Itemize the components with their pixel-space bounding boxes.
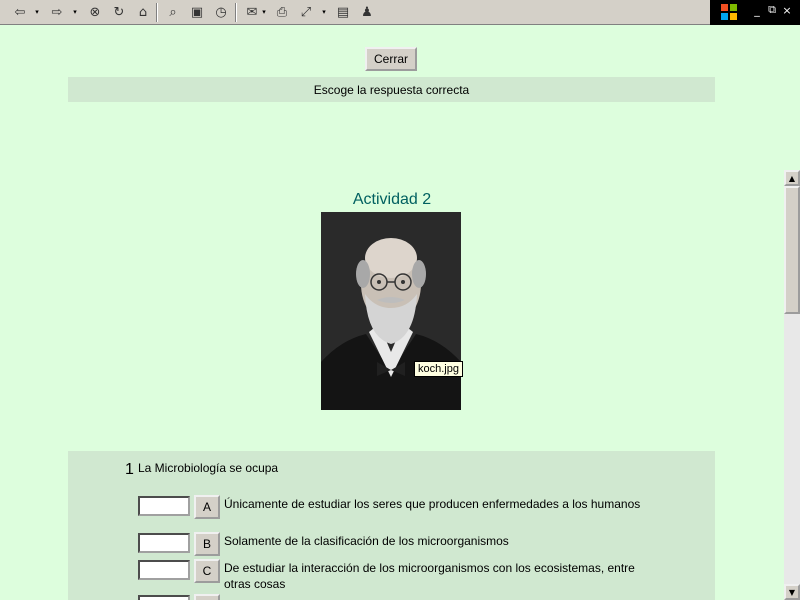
window-controls-area: _ ⧉ × (710, 0, 800, 25)
windows-logo-icon (721, 4, 737, 20)
option-a-text: Únicamente de estudiar los seres que pro… (224, 497, 641, 511)
instruction-text: Escoge la respuesta correcta (313, 82, 470, 97)
forward-dropdown-icon[interactable]: ▾ (71, 4, 79, 20)
option-c-button[interactable]: C (194, 559, 220, 583)
image-tooltip: koch.jpg (414, 361, 463, 377)
activity-title: Actividad 2 (352, 191, 432, 208)
option-a-button[interactable]: A (194, 495, 220, 519)
browser-toolbar: ⇦ ▾ ⇨ ▾ ⊗ ↻ ⌂ ⌕ ▣ ◷ ✉ ▾ ⎙ ⤢ ▾ ▤ ♟ (0, 0, 800, 25)
scroll-down-icon[interactable]: ▼ (784, 584, 800, 600)
option-d-button[interactable] (194, 594, 220, 600)
fullscreen-dropdown-icon[interactable]: ▾ (320, 4, 328, 20)
mail-icon[interactable]: ✉ (242, 2, 262, 22)
messenger-icon[interactable]: ♟ (357, 2, 377, 22)
back-icon[interactable]: ⇦ (10, 2, 30, 22)
option-b-button[interactable]: B (194, 532, 220, 556)
close-button[interactable]: Cerrar (365, 47, 417, 71)
history-icon[interactable]: ◷ (211, 2, 231, 22)
favorites-icon[interactable]: ▣ (187, 2, 207, 22)
answer-input-d[interactable] (138, 595, 190, 600)
restore-icon[interactable]: ⧉ (765, 3, 779, 17)
back-dropdown-icon[interactable]: ▾ (33, 4, 41, 20)
answer-input-c[interactable] (138, 560, 190, 580)
forward-icon[interactable]: ⇨ (47, 2, 67, 22)
scrollbar-thumb[interactable] (784, 186, 800, 314)
search-icon[interactable]: ⌕ (163, 2, 183, 22)
option-c-text: De estudiar la interacción de los microo… (224, 561, 635, 591)
toolbar-separator (235, 3, 237, 22)
question-number: 1 (125, 461, 134, 478)
page-content: Cerrar Escoge la respuesta correcta Acti… (0, 26, 784, 600)
toolbar-separator (156, 3, 158, 22)
vertical-scrollbar[interactable]: ▲ ▼ (784, 170, 800, 600)
close-icon[interactable]: × (780, 3, 794, 17)
answer-input-a[interactable] (138, 496, 190, 516)
mail-dropdown-icon[interactable]: ▾ (260, 4, 268, 20)
stop-icon[interactable]: ⊗ (85, 2, 105, 22)
minimize-icon[interactable]: _ (750, 3, 764, 17)
edit-icon[interactable]: ▤ (333, 2, 353, 22)
portrait-image (321, 212, 461, 410)
scroll-up-icon[interactable]: ▲ (784, 170, 800, 186)
option-b-text: Solamente de la clasificación de los mic… (224, 534, 509, 548)
question-text: La Microbiología se ocupa (138, 461, 279, 475)
instruction-bar: Escoge la respuesta correcta (68, 77, 715, 102)
home-icon[interactable]: ⌂ (133, 2, 153, 22)
portrait-illustration (321, 212, 461, 410)
answer-input-b[interactable] (138, 533, 190, 553)
refresh-icon[interactable]: ↻ (109, 2, 129, 22)
print-icon[interactable]: ⎙ (272, 2, 292, 22)
fullscreen-icon[interactable]: ⤢ (296, 2, 316, 22)
question-panel: 1 La Microbiología se ocupa A Únicamente… (68, 451, 715, 600)
